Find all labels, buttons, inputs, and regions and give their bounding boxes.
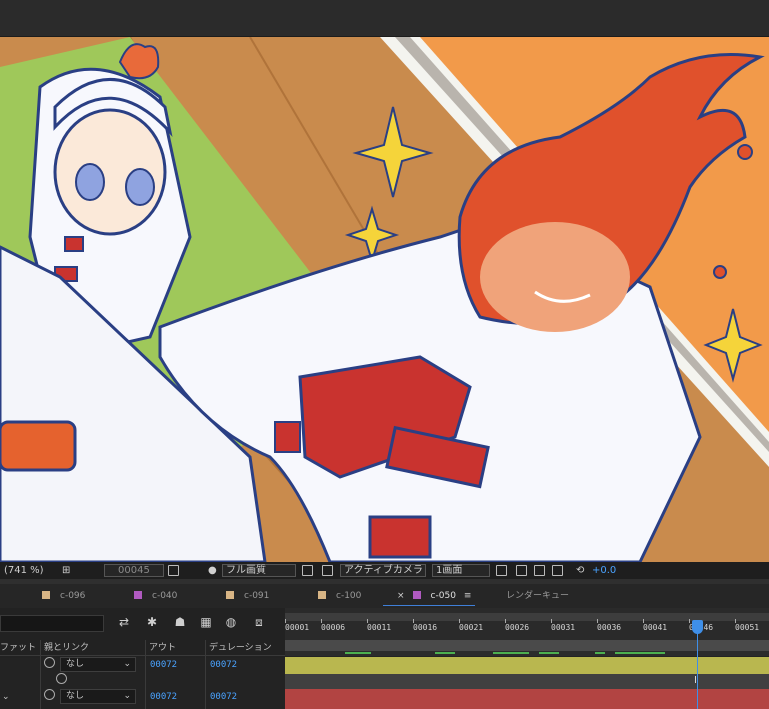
flowchart-icon[interactable] <box>552 565 563 576</box>
pickwhip-icon[interactable] <box>44 689 55 700</box>
ruler-tick-label: 00051 <box>735 619 760 632</box>
graph-editor-icon[interactable]: ⧈ <box>252 615 266 629</box>
ruler-tick-label: 00031 <box>551 619 576 632</box>
pixel-aspect-icon[interactable] <box>496 565 507 576</box>
layer-row[interactable]: なし ⌄ 00072 00072 <box>0 657 285 674</box>
composition-tabs: c-096 c-040 c-091 c-100 × c-050 ≡ レンダーキュー <box>0 584 769 608</box>
column-duration[interactable]: デュレーション <box>209 640 272 656</box>
comp-mini-flowchart-icon[interactable]: ⇄ <box>117 615 131 629</box>
tab-menu-icon[interactable]: ≡ <box>464 591 472 601</box>
text-cursor-icon: I <box>694 675 697 686</box>
layer-duration-value[interactable]: 00072 <box>210 657 237 674</box>
playhead-handle[interactable] <box>692 620 703 634</box>
pickwhip-icon[interactable] <box>44 657 55 668</box>
layer-column-header: ファット 親とリンク アウト デュレーション <box>0 640 285 656</box>
layer-duration-value[interactable]: 00072 <box>210 689 237 706</box>
pickwhip-icon[interactable] <box>56 673 67 684</box>
viewer-controls-bar: (741 %) ⊞ 00045 ● フル画質 アクティブカメラ 1画面 ⟲ +0… <box>0 562 769 579</box>
draft-3d-icon[interactable]: ✱ <box>145 615 159 629</box>
ruler-tick-label: 00016 <box>413 619 438 632</box>
tab-c-100[interactable]: c-100 <box>318 584 361 608</box>
app-top-bar <box>0 0 769 37</box>
column-mode[interactable]: ファット <box>0 640 36 656</box>
current-frame-field[interactable]: 00045 <box>118 562 150 579</box>
color-picker-icon[interactable]: ● <box>208 562 217 579</box>
tab-c-091[interactable]: c-091 <box>226 584 269 608</box>
transparency-grid-icon[interactable] <box>322 565 333 576</box>
mode-select-arrow-icon[interactable]: ⌄ <box>2 689 10 706</box>
region-of-interest-icon[interactable] <box>302 565 313 576</box>
composition-viewer[interactable] <box>0 37 769 562</box>
tab-render-queue[interactable]: レンダーキュー <box>506 584 569 608</box>
layer-out-value[interactable]: 00072 <box>150 689 177 706</box>
ruler-tick-label: 00021 <box>459 619 484 632</box>
parent-select[interactable]: なし ⌄ <box>60 657 136 672</box>
camera-select[interactable]: アクティブカメラ <box>344 562 423 579</box>
layer-search-input[interactable] <box>0 615 104 632</box>
close-tab-icon[interactable]: × <box>397 591 405 601</box>
resolution-select[interactable]: フル画質 <box>226 562 266 579</box>
artwork-frame <box>0 37 769 562</box>
layer-row[interactable] <box>0 673 285 690</box>
ruler-tick-label: 00036 <box>597 619 622 632</box>
grid-icon[interactable]: ⊞ <box>62 562 70 579</box>
tab-c-040[interactable]: c-040 <box>134 584 177 608</box>
column-out[interactable]: アウト <box>149 640 176 656</box>
layer-row[interactable]: ⌄ なし ⌄ 00072 00072 <box>0 689 285 706</box>
snapshot-icon[interactable] <box>168 565 179 576</box>
timeline-toggle-icon[interactable] <box>534 565 545 576</box>
ruler-tick-label: 00026 <box>505 619 530 632</box>
fast-preview-icon[interactable] <box>516 565 527 576</box>
ruler-tick-label: 00011 <box>367 619 392 632</box>
playhead-line[interactable] <box>697 622 698 709</box>
view-layout-select[interactable]: 1画面 <box>436 562 462 579</box>
tab-c-050[interactable]: × c-050 ≡ <box>382 584 476 608</box>
motion-blur-icon[interactable]: ◍ <box>224 615 238 629</box>
tab-c-096[interactable]: c-096 <box>42 584 85 608</box>
reset-exposure-icon[interactable]: ⟲ <box>576 562 584 579</box>
ruler-tick-label: 00001 <box>285 619 310 632</box>
exposure-value[interactable]: +0.0 <box>592 562 616 579</box>
column-parent[interactable]: 親とリンク <box>44 640 89 656</box>
zoom-level[interactable]: (741 %) <box>4 562 44 579</box>
parent-select[interactable]: なし ⌄ <box>60 689 136 704</box>
layer-out-value[interactable]: 00072 <box>150 657 177 674</box>
ruler-tick-label: 00041 <box>643 619 668 632</box>
frame-blending-icon[interactable]: ▦ <box>199 615 213 629</box>
shy-layers-icon[interactable]: ☗ <box>173 615 187 629</box>
ruler-tick-label: 00006 <box>321 619 346 632</box>
